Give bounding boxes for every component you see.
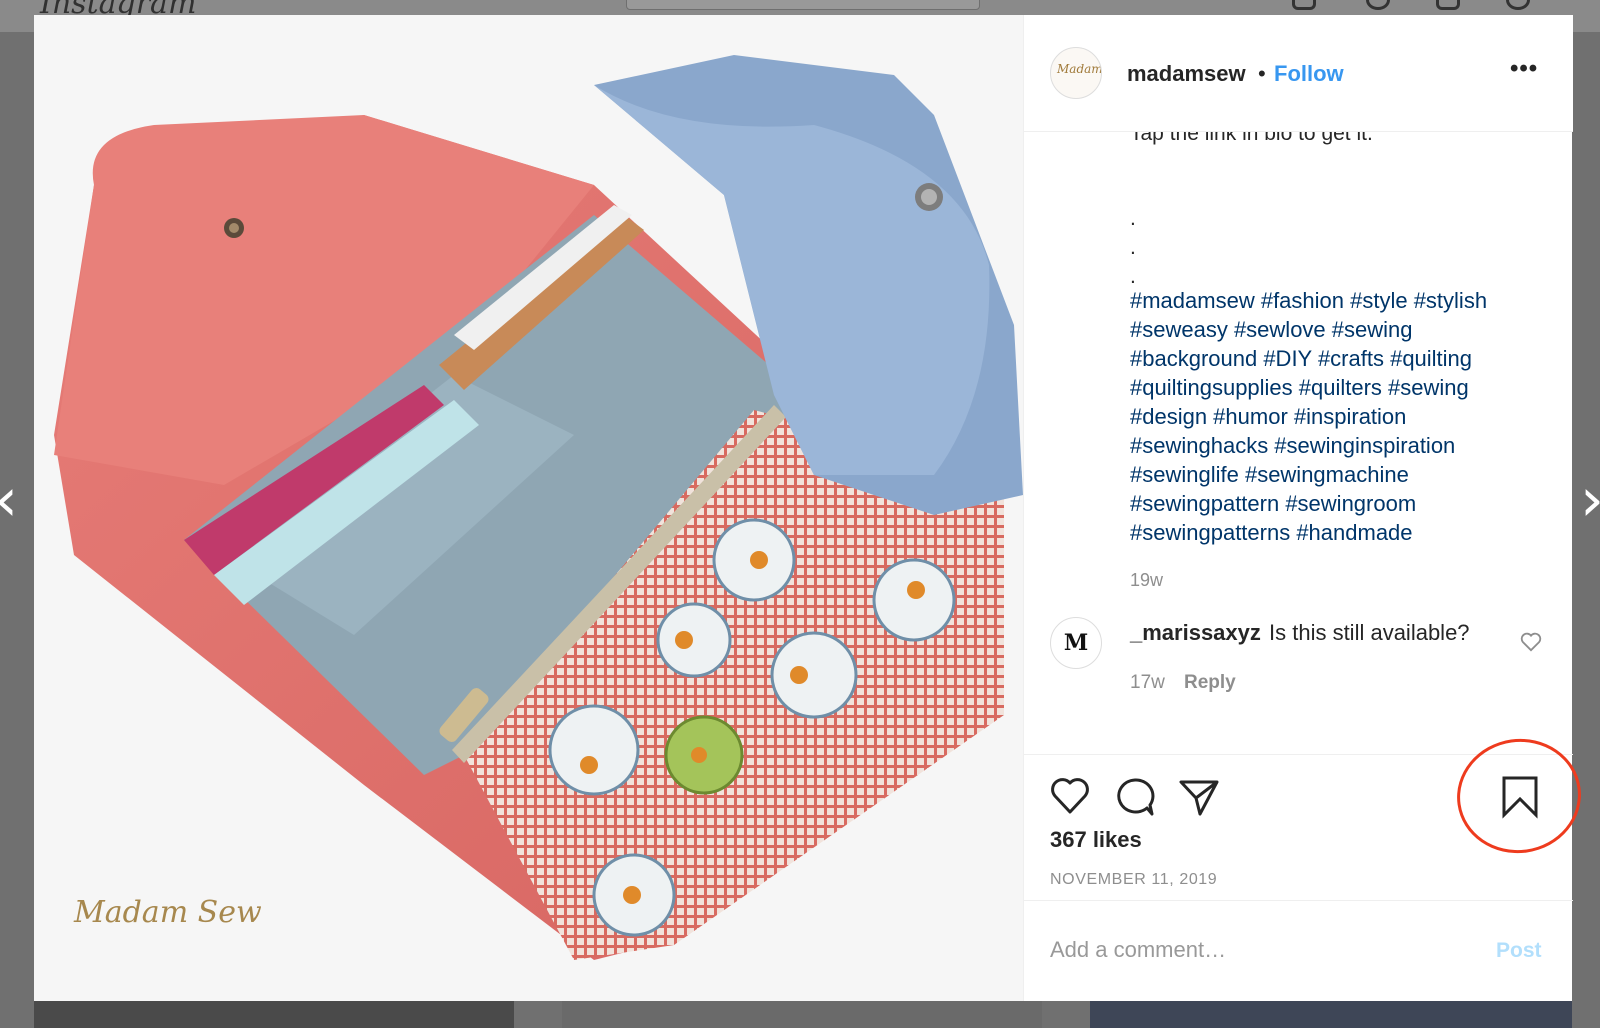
post-author-username[interactable]: madamsew [1127, 61, 1246, 87]
add-comment-input[interactable] [1050, 935, 1470, 965]
thumbnail[interactable] [562, 1000, 1042, 1028]
post-comment-button[interactable]: Post [1496, 939, 1542, 963]
post-photo[interactable]: Madam Sew [34, 15, 1023, 1001]
more-options-icon[interactable]: ••• [1510, 55, 1538, 83]
post-header: MadamSew madamsew • Follow ••• [1024, 15, 1573, 132]
comments-scroll-area[interactable]: Tap the link in bio to get it. . . . #ma… [1024, 132, 1573, 754]
hashtag-line[interactable]: #design #humor #inspiration [1130, 402, 1550, 431]
next-post-arrow-icon[interactable]: › [1580, 470, 1600, 530]
post-modal: Madam Sew MadamSew madamsew • Follow •••… [34, 15, 1589, 1001]
wallet-photo-illustration [34, 15, 1023, 1001]
comment-like-heart-icon[interactable] [1520, 632, 1542, 652]
thumbnail[interactable] [34, 1000, 514, 1028]
caption-text: Tap the link in bio to get it. [1130, 132, 1373, 145]
post-date: NOVEMBER 11, 2019 [1050, 871, 1218, 888]
hashtag-line[interactable]: #sewingpattern #sewingroom [1130, 489, 1550, 518]
commenter-avatar[interactable]: M [1050, 617, 1102, 669]
caption-dot: . [1130, 236, 1136, 259]
caption-dots: . . . [1130, 204, 1136, 291]
comment-icon[interactable] [1114, 777, 1156, 817]
separator-dot: • [1258, 61, 1266, 86]
explore-icon[interactable] [1366, 0, 1390, 10]
background-thumbnails [0, 1000, 1600, 1028]
caption-dot: . [1130, 207, 1136, 230]
hashtag-line[interactable]: #background #DIY #crafts #quilting [1130, 344, 1550, 373]
madam-sew-watermark: Madam Sew [74, 895, 262, 930]
reply-button[interactable]: Reply [1184, 672, 1236, 694]
like-count[interactable]: 367 likes [1050, 827, 1142, 853]
top-nav-icons [1292, 0, 1586, 10]
hashtag-line[interactable]: #sewinglife #sewingmachine [1130, 460, 1550, 489]
home-icon[interactable] [1292, 0, 1316, 10]
search-input[interactable] [626, 0, 980, 10]
hashtag-line[interactable]: #madamsew #fashion #style #stylish [1130, 286, 1550, 315]
add-comment-bar: Post [1024, 900, 1573, 1001]
post-actions: 367 likes NOVEMBER 11, 2019 [1024, 730, 1589, 900]
hashtag-line[interactable]: #seweasy #sewlove #sewing [1130, 315, 1550, 344]
comment-text: Is this still available? [1269, 620, 1470, 645]
share-icon[interactable] [1178, 777, 1220, 817]
profile-icon[interactable] [1506, 0, 1530, 10]
comment-timestamp[interactable]: 17w [1130, 672, 1165, 694]
previous-post-arrow-icon[interactable]: ‹ [0, 470, 18, 530]
follow-button[interactable]: Follow [1274, 61, 1344, 87]
activity-icon[interactable] [1436, 0, 1460, 10]
hashtag-line[interactable]: #quiltingsupplies #quilters #sewing [1130, 373, 1550, 402]
commenter-username[interactable]: _marissaxyz [1130, 620, 1261, 646]
post-side-panel: MadamSew madamsew • Follow ••• Tap the l… [1023, 15, 1589, 1001]
heart-icon[interactable] [1050, 777, 1090, 815]
hashtag-line[interactable]: #sewinghacks #sewinginspiration [1130, 431, 1550, 460]
hashtag-line[interactable]: #sewingpatterns #handmade [1130, 518, 1550, 547]
caption-hashtags: #madamsew #fashion #style #stylish #sewe… [1130, 286, 1550, 547]
caption-timestamp[interactable]: 19w [1130, 570, 1163, 591]
avatar-logo-text: MadamSew [1057, 62, 1102, 76]
avatar[interactable]: MadamSew [1050, 47, 1102, 99]
thumbnail[interactable] [1090, 1000, 1572, 1028]
